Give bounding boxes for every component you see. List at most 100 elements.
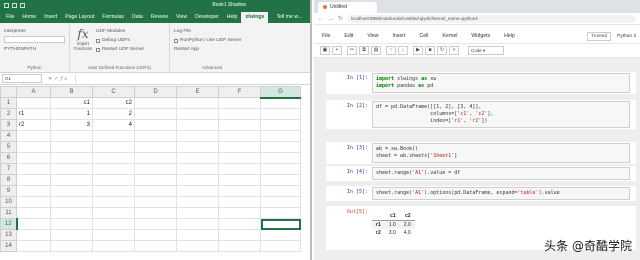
row-header[interactable]: 13 (0, 229, 17, 241)
column-header-e[interactable]: E (176, 86, 219, 98)
cell-a13[interactable] (16, 229, 51, 241)
tab-page-layout[interactable]: Page Layout (61, 12, 98, 23)
cell-c13[interactable] (92, 229, 135, 241)
row-header[interactable]: 6 (0, 152, 17, 164)
code-editor[interactable]: df = pd.DataFrame([[1, 2], [3, 4]], colu… (372, 101, 630, 128)
cell-e9[interactable] (176, 185, 219, 197)
run-python-checkbox[interactable]: RunPython: Use UDF Server (174, 36, 250, 45)
cell-d3[interactable] (134, 119, 177, 131)
stop-icon[interactable]: ■ (425, 46, 435, 55)
cell-c6[interactable] (92, 152, 135, 164)
cell-g12[interactable] (260, 218, 301, 230)
cell-a12[interactable] (16, 218, 51, 230)
cell-b12[interactable] (50, 218, 93, 230)
cell-b10[interactable] (50, 196, 93, 208)
cell-b9[interactable] (50, 185, 93, 197)
cell-e4[interactable] (176, 130, 219, 142)
cell-b13[interactable] (50, 229, 93, 241)
cell-b4[interactable] (50, 130, 93, 142)
cell-a14[interactable] (16, 240, 51, 252)
cell-f2[interactable] (218, 108, 261, 120)
row-header[interactable]: 8 (0, 174, 17, 186)
column-header-a[interactable]: A (16, 86, 51, 98)
cell-b14[interactable] (50, 240, 93, 252)
cell-d5[interactable] (134, 141, 177, 153)
cell-a7[interactable] (16, 163, 51, 175)
menu-view[interactable]: View (367, 33, 378, 39)
cell-a9[interactable] (16, 185, 51, 197)
cell-a5[interactable] (16, 141, 51, 153)
fast-forward-icon[interactable]: » (449, 46, 459, 55)
cell-d9[interactable] (134, 185, 177, 197)
cut-icon[interactable]: ✂ (347, 46, 357, 55)
cell-b3[interactable]: 3 (50, 119, 93, 131)
row-header[interactable]: 10 (0, 196, 17, 208)
cell-d4[interactable] (134, 130, 177, 142)
cell-a11[interactable] (16, 207, 51, 219)
run-icon[interactable]: ▶ (413, 46, 423, 55)
save-icon[interactable] (4, 2, 9, 8)
cell-a2[interactable]: r1 (16, 108, 51, 120)
cell-e13[interactable] (176, 229, 219, 241)
cell-e10[interactable] (176, 196, 219, 208)
column-header-b[interactable]: B (50, 86, 93, 98)
tab-tell-me-w[interactable]: Tell me w... (272, 12, 306, 23)
cell-f1[interactable] (218, 97, 261, 109)
cell-f6[interactable] (218, 152, 261, 164)
row-header[interactable]: 5 (0, 141, 17, 153)
cell-d14[interactable] (134, 240, 177, 252)
cell-d8[interactable] (134, 174, 177, 186)
forward-icon[interactable]: → (328, 16, 334, 22)
interpreter-input[interactable] (4, 36, 65, 43)
down-icon[interactable]: ↓ (398, 46, 408, 55)
code-cell[interactable]: In [2]: df = pd.DataFrame([[1, 2], [3, 4]… (326, 100, 636, 129)
cell-g1[interactable] (260, 97, 301, 109)
cell-f12[interactable] (218, 218, 261, 230)
cell-e12[interactable] (176, 218, 219, 230)
cell-b1[interactable]: c1 (50, 97, 93, 109)
tab-home[interactable]: Home (18, 12, 40, 23)
code-editor[interactable]: sheet.range('A1').value = df (372, 167, 630, 180)
row-header[interactable]: 4 (0, 130, 17, 142)
row-header[interactable]: 1 (0, 97, 17, 109)
cell-g13[interactable] (260, 229, 301, 241)
cell-a3[interactable]: r2 (16, 119, 51, 131)
formula-input[interactable] (75, 74, 306, 83)
name-box[interactable]: G1 (2, 74, 42, 83)
tab-file[interactable]: File (2, 12, 18, 23)
cell-b6[interactable] (50, 152, 93, 164)
cell-f10[interactable] (218, 196, 261, 208)
browser-tab[interactable]: Untitled (318, 2, 377, 13)
menu-file[interactable]: File (322, 33, 330, 39)
paste-icon[interactable]: ▤ (371, 46, 381, 55)
cell-f4[interactable] (218, 130, 261, 142)
tab-insert[interactable]: Insert (40, 12, 61, 23)
cell-g2[interactable] (260, 108, 301, 120)
row-header[interactable]: 3 (0, 119, 17, 131)
cell-c4[interactable] (92, 130, 135, 142)
cell-f8[interactable] (218, 174, 261, 186)
cell-c5[interactable] (92, 141, 135, 153)
tab-developer[interactable]: Developer (191, 12, 223, 23)
cell-c14[interactable] (92, 240, 135, 252)
menu-edit[interactable]: Edit (344, 33, 353, 39)
cell-a4[interactable] (16, 130, 51, 142)
cell-b7[interactable] (50, 163, 93, 175)
cell-c3[interactable]: 4 (92, 119, 135, 131)
restart-udf-button[interactable]: Restart UDF Server (96, 45, 144, 54)
column-header-f[interactable]: F (218, 86, 261, 98)
code-cell[interactable]: In [3]: wb = xw.Book() sheet = wb.sheets['… (326, 142, 636, 164)
menu-insert[interactable]: Insert (392, 33, 405, 39)
menu-help[interactable]: Help (504, 33, 515, 39)
code-editor[interactable]: import xlwings as xw import pandas as pd (372, 73, 630, 93)
cell-e3[interactable] (176, 119, 219, 131)
code-cell[interactable]: In [4]: sheet.range('A1').value = df (326, 166, 636, 181)
cell-g3[interactable] (260, 119, 301, 131)
cell-g8[interactable] (260, 174, 301, 186)
cell-c7[interactable] (92, 163, 135, 175)
up-icon[interactable]: ↑ (386, 46, 396, 55)
cell-b5[interactable] (50, 141, 93, 153)
tab-formulas[interactable]: Formulas (98, 12, 128, 23)
cell-g7[interactable] (260, 163, 301, 175)
tab-data[interactable]: Data (128, 12, 147, 23)
